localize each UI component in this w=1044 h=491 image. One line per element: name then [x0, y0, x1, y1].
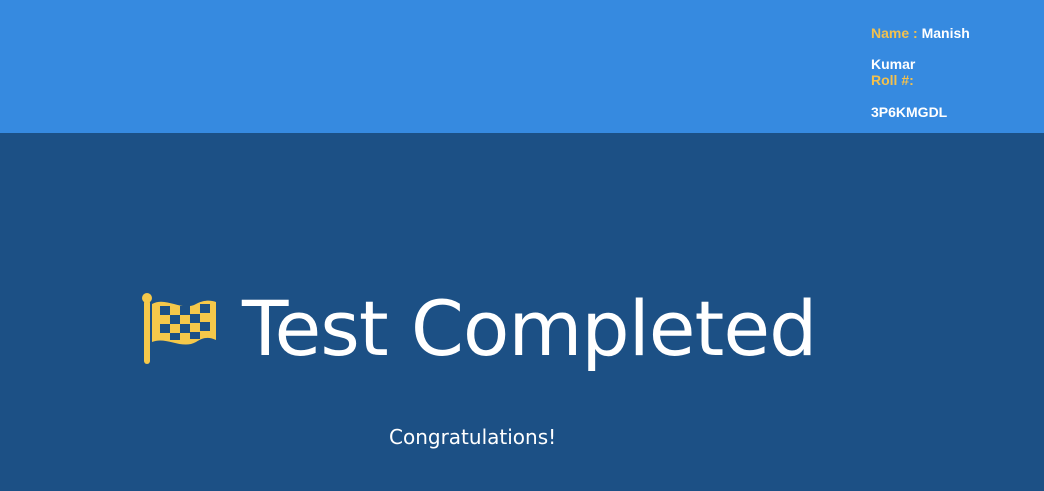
congratulations-message: Congratulations! [389, 425, 557, 449]
candidate-info: Name : Manish Kumar Roll #: 3P6KMGDL [871, 18, 991, 120]
page-title: Test Completed [242, 283, 817, 373]
candidate-name: Name : Manish Kumar [871, 18, 991, 80]
name-label: Name : [871, 25, 918, 41]
completion-heading: Test Completed [138, 283, 817, 373]
header-bar: Name : Manish Kumar Roll #: 3P6KMGDL [0, 0, 1044, 133]
chequered-flag-icon [142, 293, 216, 364]
main-panel: Test Completed Congratulations! [0, 133, 1044, 491]
roll-label: Roll #: [871, 72, 914, 88]
roll-value: 3P6KMGDL [871, 104, 948, 120]
